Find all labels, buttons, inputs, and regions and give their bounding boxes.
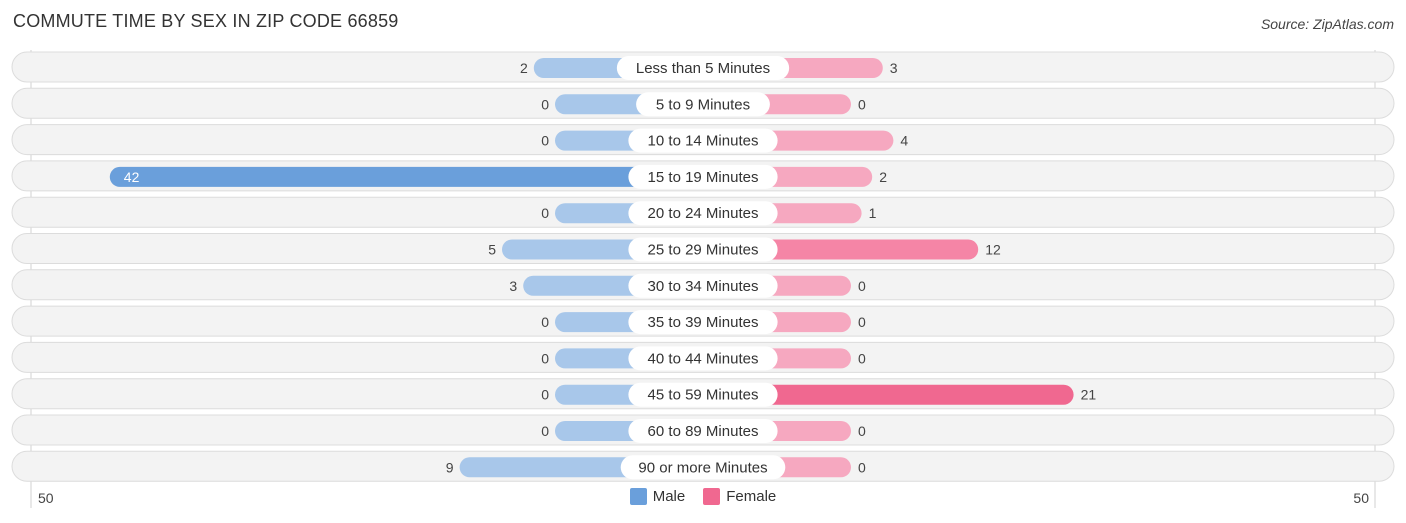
category-label: 90 or more Minutes [638,459,767,476]
value-label-female: 1 [869,205,877,221]
legend-label-male: Male [652,488,686,505]
value-label-female: 4 [900,133,908,149]
value-label-male: 0 [541,133,549,149]
category-label: 5 to 9 Minutes [656,96,750,113]
value-label-male: 5 [488,242,496,258]
category-label: 45 to 59 Minutes [648,387,759,404]
value-label-male: 0 [541,205,549,221]
value-label-female: 0 [858,314,866,330]
category-label: Less than 5 Minutes [636,60,770,77]
value-label-female: 21 [1081,387,1097,403]
value-label-male: 0 [541,423,549,439]
category-label: 40 to 44 Minutes [648,350,759,367]
value-label-female: 0 [858,459,866,475]
value-label-male: 0 [541,314,549,330]
category-label: 15 to 19 Minutes [648,169,759,186]
value-label-female: 12 [985,242,1001,258]
legend-label-female: Female [726,488,777,505]
bar-male [109,166,704,187]
value-label-female: 0 [858,350,866,366]
chart-area: 2 3 Less than 5 Minutes 0 0 5 to 9 Minutes 0 4 1… [11,50,1395,508]
category-label: 25 to 29 Minutes [648,242,759,259]
legend: Male Female [0,488,1406,505]
value-label-female: 3 [890,60,898,76]
category-label: 30 to 34 Minutes [648,278,759,295]
value-label-female: 0 [858,96,866,112]
category-label: 20 to 24 Minutes [648,205,759,222]
category-label: 60 to 89 Minutes [648,423,759,440]
category-label: 10 to 14 Minutes [648,133,759,150]
value-label-male: 2 [520,60,528,76]
value-label-male: 3 [509,278,517,294]
female-swatch [703,488,721,505]
value-label-female: 0 [858,423,866,439]
value-label-male: 0 [541,350,549,366]
value-label-male: 42 [124,169,140,185]
value-label-male: 0 [541,387,549,403]
category-label: 35 to 39 Minutes [648,314,759,331]
value-label-female: 0 [858,278,866,294]
value-label-female: 2 [879,169,887,185]
value-label-male: 9 [446,459,454,475]
male-swatch [629,488,647,505]
legend-item-female[interactable]: Female [703,488,776,505]
legend-item-male[interactable]: Male [629,488,686,505]
value-label-male: 0 [541,96,549,112]
